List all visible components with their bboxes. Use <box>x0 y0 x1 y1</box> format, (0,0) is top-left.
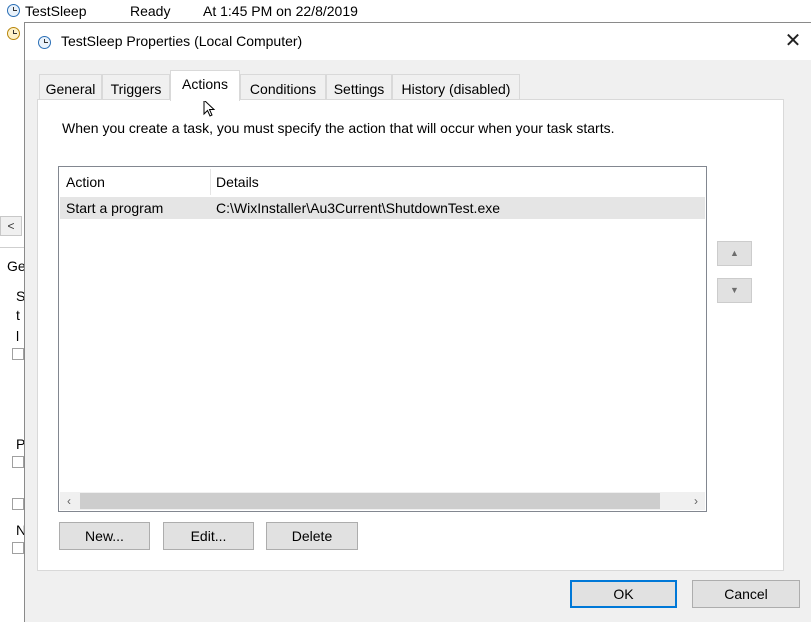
edit-action-button[interactable]: Edit... <box>163 522 254 550</box>
tab-conditions[interactable]: Conditions <box>240 74 326 100</box>
column-header-action[interactable]: Action <box>66 167 105 197</box>
scroll-right-arrow-icon[interactable]: › <box>687 492 705 510</box>
background-checkbox[interactable] <box>12 542 24 554</box>
column-header-details[interactable]: Details <box>216 167 259 197</box>
actions-list[interactable]: Action Details Start a program C:\WixIns… <box>58 166 707 512</box>
actions-description: When you create a task, you must specify… <box>62 120 615 136</box>
move-down-button[interactable]: ▼ <box>717 278 752 303</box>
task-clock-icon <box>7 4 20 17</box>
close-button[interactable]: ✕ <box>782 31 804 53</box>
scrollbar-thumb[interactable] <box>80 493 660 509</box>
cancel-button[interactable]: Cancel <box>692 580 800 608</box>
list-item[interactable]: Start a program C:\WixInstaller\Au3Curre… <box>60 197 705 219</box>
background-text-fragment: l <box>16 328 20 344</box>
ok-button[interactable]: OK <box>570 580 677 608</box>
tab-settings[interactable]: Settings <box>326 74 392 100</box>
background-task-name: TestSleep <box>25 3 87 19</box>
background-tab-fragment: Ge <box>7 258 26 274</box>
background-scroll-left-button[interactable]: < <box>0 216 22 236</box>
tab-history[interactable]: History (disabled) <box>392 74 520 100</box>
background-checkbox[interactable] <box>12 498 24 510</box>
dialog-title-bar[interactable]: TestSleep Properties (Local Computer) ✕ <box>25 23 811 60</box>
background-task-row[interactable]: TestSleep Ready At 1:45 PM on 22/8/2019 <box>0 0 811 22</box>
actions-tab-panel: When you create a task, you must specify… <box>37 99 784 571</box>
background-checkbox[interactable] <box>12 456 24 468</box>
move-up-button[interactable]: ▲ <box>717 241 752 266</box>
tab-triggers[interactable]: Triggers <box>102 74 170 100</box>
task-clock-icon <box>38 36 51 49</box>
scroll-left-arrow-icon[interactable]: ‹ <box>60 492 78 510</box>
tab-general[interactable]: General <box>39 74 102 100</box>
details-cell: C:\WixInstaller\Au3Current\ShutdownTest.… <box>216 200 501 216</box>
tab-actions[interactable]: Actions <box>170 70 240 101</box>
new-action-button[interactable]: New... <box>59 522 150 550</box>
background-task-status: Ready <box>130 3 171 19</box>
horizontal-scrollbar[interactable]: ‹ › <box>60 492 705 510</box>
mouse-pointer-icon <box>203 99 216 117</box>
action-cell: Start a program <box>66 200 164 216</box>
background-checkbox[interactable] <box>12 348 24 360</box>
background-divider <box>0 247 24 248</box>
task-properties-dialog: TestSleep Properties (Local Computer) ✕ … <box>24 22 811 622</box>
column-divider[interactable] <box>210 169 211 195</box>
delete-action-button[interactable]: Delete <box>266 522 358 550</box>
background-task-trigger: At 1:45 PM on 22/8/2019 <box>203 3 358 19</box>
dialog-title: TestSleep Properties (Local Computer) <box>61 33 303 49</box>
background-text-fragment: t <box>16 307 20 323</box>
task-clock-icon <box>7 27 20 40</box>
